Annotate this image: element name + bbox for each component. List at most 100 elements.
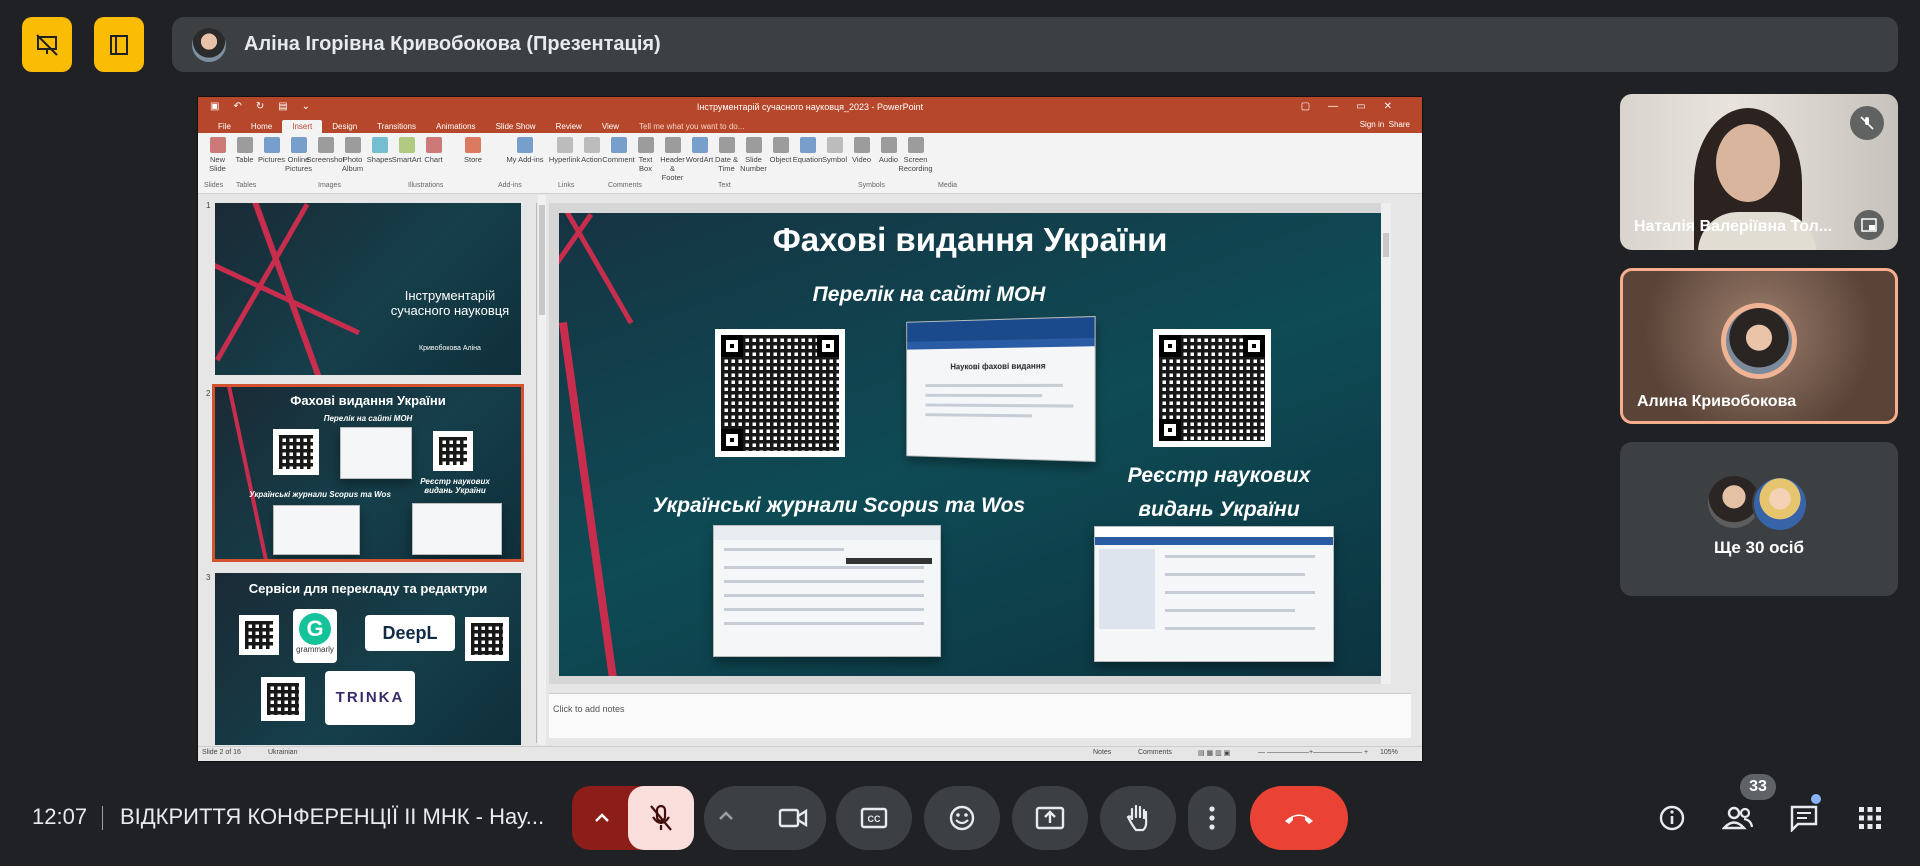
ribbon-icon bbox=[718, 137, 735, 153]
participant-tile-2-speaking[interactable]: Алина Кривобокова bbox=[1620, 268, 1898, 424]
ribbon-icon bbox=[209, 137, 226, 153]
ribbon-label: Pictures bbox=[257, 155, 286, 164]
current-slide: Фахові видання України Перелік на сайті … bbox=[559, 213, 1381, 676]
thumb2-sub3: Реєстр наукових видань України bbox=[420, 477, 490, 495]
more-participants-label: Ще 30 осіб bbox=[1714, 538, 1804, 557]
ribbon-icon bbox=[691, 137, 708, 153]
slide-subtitle-mon: Перелік на сайті МОН bbox=[812, 283, 1046, 306]
tab-review[interactable]: Review bbox=[546, 120, 592, 133]
status-language[interactable]: Ukrainian bbox=[268, 749, 298, 756]
ribbon-label: Shapes bbox=[366, 155, 393, 164]
grammarly-icon: G bbox=[299, 613, 331, 645]
pip-icon[interactable] bbox=[1854, 210, 1884, 240]
tab-home[interactable]: Home bbox=[241, 120, 282, 133]
slide-thumbnail-1[interactable]: Інструментарій сучасного науковця Кривоб… bbox=[215, 203, 521, 375]
mic-toggle-button[interactable] bbox=[628, 786, 694, 850]
ppt-ribbon-tabs: File Home Insert Design Transitions Anim… bbox=[198, 117, 1422, 133]
slide-editor: Фахові видання України Перелік на сайті … bbox=[549, 203, 1391, 684]
qr-code-thumb bbox=[261, 677, 305, 721]
mic-off-icon bbox=[1850, 106, 1884, 140]
tab-view[interactable]: View bbox=[592, 120, 629, 133]
qr-code-thumb bbox=[273, 429, 319, 475]
more-options-button[interactable] bbox=[1188, 786, 1236, 850]
ribbon-label: Object bbox=[769, 155, 792, 164]
thumbs-scrollbar[interactable] bbox=[538, 195, 546, 745]
share-button[interactable]: Share bbox=[1389, 120, 1410, 129]
thumb2-title: Фахові видання України bbox=[290, 393, 446, 408]
ribbon-label: Hyperlink bbox=[548, 155, 581, 164]
ribbon-label: Date & Time bbox=[715, 155, 738, 173]
thumb-number: 1 bbox=[206, 201, 211, 210]
ribbon-group-label: Slides bbox=[204, 182, 224, 189]
ribbon-label: Video bbox=[851, 155, 872, 164]
end-call-icon bbox=[1285, 814, 1313, 824]
view-buttons-icon[interactable]: ▤ ▦ ▥ ▣ bbox=[1198, 749, 1230, 757]
grammarly-logo: G grammarly bbox=[293, 609, 337, 663]
tab-transitions[interactable]: Transitions bbox=[367, 120, 426, 133]
slide-title: Фахові видання України bbox=[772, 221, 1168, 258]
leave-call-button[interactable] bbox=[1250, 786, 1348, 850]
presenter-name: Аліна Ігорівна Кривобокова (Презентація) bbox=[244, 33, 661, 55]
camera-toggle-button[interactable] bbox=[760, 786, 826, 850]
slide-subtitle-registry: Реєстр наукових видань України bbox=[1119, 459, 1319, 527]
ribbon-group-labels: Slides Tables Images Illustrations Add-ins Li… bbox=[198, 182, 1422, 192]
qr-code-registry bbox=[1153, 329, 1271, 447]
thumb1-title: Інструментарій сучасного науковця bbox=[390, 288, 510, 318]
apps-grid-icon bbox=[1859, 807, 1881, 829]
slide-thumbnails-pane: 1 Інструментарій сучасного науковця Крив… bbox=[198, 195, 538, 745]
ribbon-label: Header & Footer bbox=[660, 155, 685, 182]
people-icon bbox=[1722, 806, 1754, 830]
activities-button[interactable] bbox=[1852, 800, 1888, 836]
ribbon-label: Comment bbox=[602, 155, 635, 164]
pin-icon-button[interactable] bbox=[94, 17, 144, 72]
slide-thumbnail-3[interactable]: Сервіси для перекладу та редактури G gra… bbox=[215, 573, 521, 745]
tab-insert[interactable]: Insert bbox=[282, 120, 323, 133]
registry-screenshot bbox=[1094, 526, 1334, 662]
ribbon-label: New Slide bbox=[209, 155, 226, 173]
video-camera-icon bbox=[778, 808, 808, 828]
tab-file[interactable]: File bbox=[208, 120, 241, 133]
ribbon-icon bbox=[371, 137, 388, 153]
closed-captions-icon: CC bbox=[860, 807, 888, 829]
shared-screen-powerpoint: ▣↶↻▤⌄ Інструментарій сучасного науковця_… bbox=[197, 96, 1423, 762]
sign-in-link[interactable]: Sign in bbox=[1360, 120, 1384, 129]
ribbon-icon bbox=[880, 137, 897, 153]
ribbon-label: Text Box bbox=[638, 155, 653, 173]
status-notes-button[interactable]: Notes bbox=[1093, 749, 1111, 756]
zoom-level[interactable]: 105% bbox=[1380, 749, 1398, 756]
mic-control-group bbox=[572, 786, 694, 850]
camera-control-group bbox=[704, 786, 826, 850]
ribbon-group-label: Media bbox=[938, 182, 958, 189]
mic-options-chevron-up-icon[interactable] bbox=[572, 786, 632, 850]
tab-animations[interactable]: Animations bbox=[426, 120, 486, 133]
tab-slide-show[interactable]: Slide Show bbox=[486, 120, 546, 133]
camera-options-chevron-up-icon[interactable] bbox=[718, 808, 734, 826]
tab-design[interactable]: Design bbox=[322, 120, 367, 133]
status-comments-button[interactable]: Comments bbox=[1138, 749, 1172, 756]
thumb-number: 2 bbox=[206, 389, 211, 398]
slide-thumbnail-2-selected[interactable]: Фахові видання України Перелік на сайті … bbox=[212, 384, 524, 562]
zoom-slider[interactable]: — ——————+——————— + bbox=[1258, 749, 1368, 756]
ribbon-label: WordArt bbox=[685, 155, 714, 164]
presenter-bar: Аліна Ігорівна Кривобокова (Презентація) bbox=[172, 17, 1898, 72]
clock: 12:07 bbox=[32, 804, 88, 829]
layout-hide-icon-button[interactable] bbox=[22, 17, 72, 72]
notes-pane[interactable]: Click to add notes bbox=[549, 693, 1411, 738]
avatar bbox=[192, 27, 226, 62]
tell-me-box[interactable]: Tell me what you want to do... bbox=[629, 120, 754, 133]
editor-scrollbar[interactable] bbox=[1381, 203, 1391, 684]
ribbon-icon bbox=[344, 137, 361, 153]
people-button[interactable] bbox=[1720, 800, 1756, 836]
presentation-off-icon bbox=[36, 33, 58, 56]
info-icon bbox=[1659, 805, 1685, 831]
more-participants-tile[interactable]: Ще 30 осіб bbox=[1620, 442, 1898, 596]
ribbon-group-label: Tables bbox=[236, 182, 257, 189]
ribbon-group-label: Illustrations bbox=[408, 182, 444, 189]
raise-hand-button[interactable] bbox=[1100, 786, 1176, 850]
captions-button[interactable]: CC bbox=[836, 786, 912, 850]
participant-tile-1[interactable]: Наталія Валеріївна Тол... bbox=[1620, 94, 1898, 250]
meeting-info-button[interactable] bbox=[1654, 800, 1690, 836]
emoji-reactions-button[interactable] bbox=[924, 786, 1000, 850]
chat-button[interactable] bbox=[1786, 800, 1822, 836]
present-now-button[interactable] bbox=[1012, 786, 1088, 850]
